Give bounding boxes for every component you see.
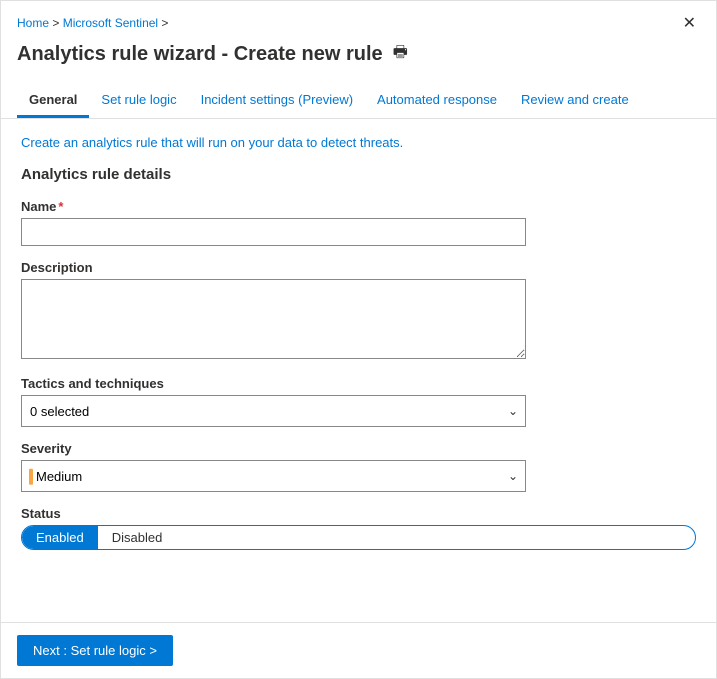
print-icon[interactable]: 🖶 xyxy=(393,41,408,68)
content-area: Create an analytics rule that will run o… xyxy=(1,119,716,580)
tactics-field-group: Tactics and techniques 0 selected ⌄ xyxy=(21,376,696,427)
status-label: Status xyxy=(21,506,696,521)
severity-select[interactable]: High Medium Low Informational xyxy=(21,460,526,492)
tab-set-rule-logic[interactable]: Set rule logic xyxy=(89,84,188,118)
severity-field-group: Severity High Medium Low Informational ⌄ xyxy=(21,441,696,492)
severity-select-wrapper: High Medium Low Informational ⌄ xyxy=(21,460,526,492)
tab-incident-settings[interactable]: Incident settings (Preview) xyxy=(189,84,365,118)
status-field-group: Status Enabled Disabled xyxy=(21,506,696,550)
description-field-group: Description xyxy=(21,260,696,362)
status-disabled-button[interactable]: Disabled xyxy=(98,526,177,549)
breadcrumb-sentinel[interactable]: Microsoft Sentinel xyxy=(63,16,158,30)
description-label: Description xyxy=(21,260,696,275)
tabs-bar: General Set rule logic Incident settings… xyxy=(1,74,716,119)
breadcrumb-sep1: > xyxy=(52,16,62,30)
section-title: Analytics rule details xyxy=(21,166,696,183)
tab-review-and-create[interactable]: Review and create xyxy=(509,84,641,118)
tactics-label: Tactics and techniques xyxy=(21,376,696,391)
next-button[interactable]: Next : Set rule logic > xyxy=(17,635,173,666)
tactics-select-wrapper: 0 selected ⌄ xyxy=(21,395,526,427)
breadcrumb-sep2: > xyxy=(161,16,168,30)
name-field-group: Name * xyxy=(21,199,696,246)
info-text: Create an analytics rule that will run o… xyxy=(21,135,696,150)
wizard-window: Home > Microsoft Sentinel > ✕ Analytics … xyxy=(0,0,717,679)
tactics-select[interactable]: 0 selected xyxy=(21,395,526,427)
footer: Next : Set rule logic > xyxy=(1,622,716,678)
name-input[interactable] xyxy=(21,218,526,246)
tab-general[interactable]: General xyxy=(17,84,89,118)
title-row: Analytics rule wizard - Create new rule … xyxy=(1,35,716,68)
status-toggle: Enabled Disabled xyxy=(21,525,696,550)
name-label: Name * xyxy=(21,199,696,214)
breadcrumb: Home > Microsoft Sentinel > xyxy=(17,16,168,30)
tab-automated-response[interactable]: Automated response xyxy=(365,84,509,118)
close-button[interactable]: ✕ xyxy=(679,11,700,35)
breadcrumb-home[interactable]: Home xyxy=(17,16,49,30)
status-enabled-button[interactable]: Enabled xyxy=(22,526,98,549)
description-textarea[interactable] xyxy=(21,279,526,359)
top-bar: Home > Microsoft Sentinel > ✕ xyxy=(1,1,716,35)
required-star: * xyxy=(58,199,63,214)
severity-label: Severity xyxy=(21,441,696,456)
page-title: Analytics rule wizard - Create new rule xyxy=(17,43,383,66)
